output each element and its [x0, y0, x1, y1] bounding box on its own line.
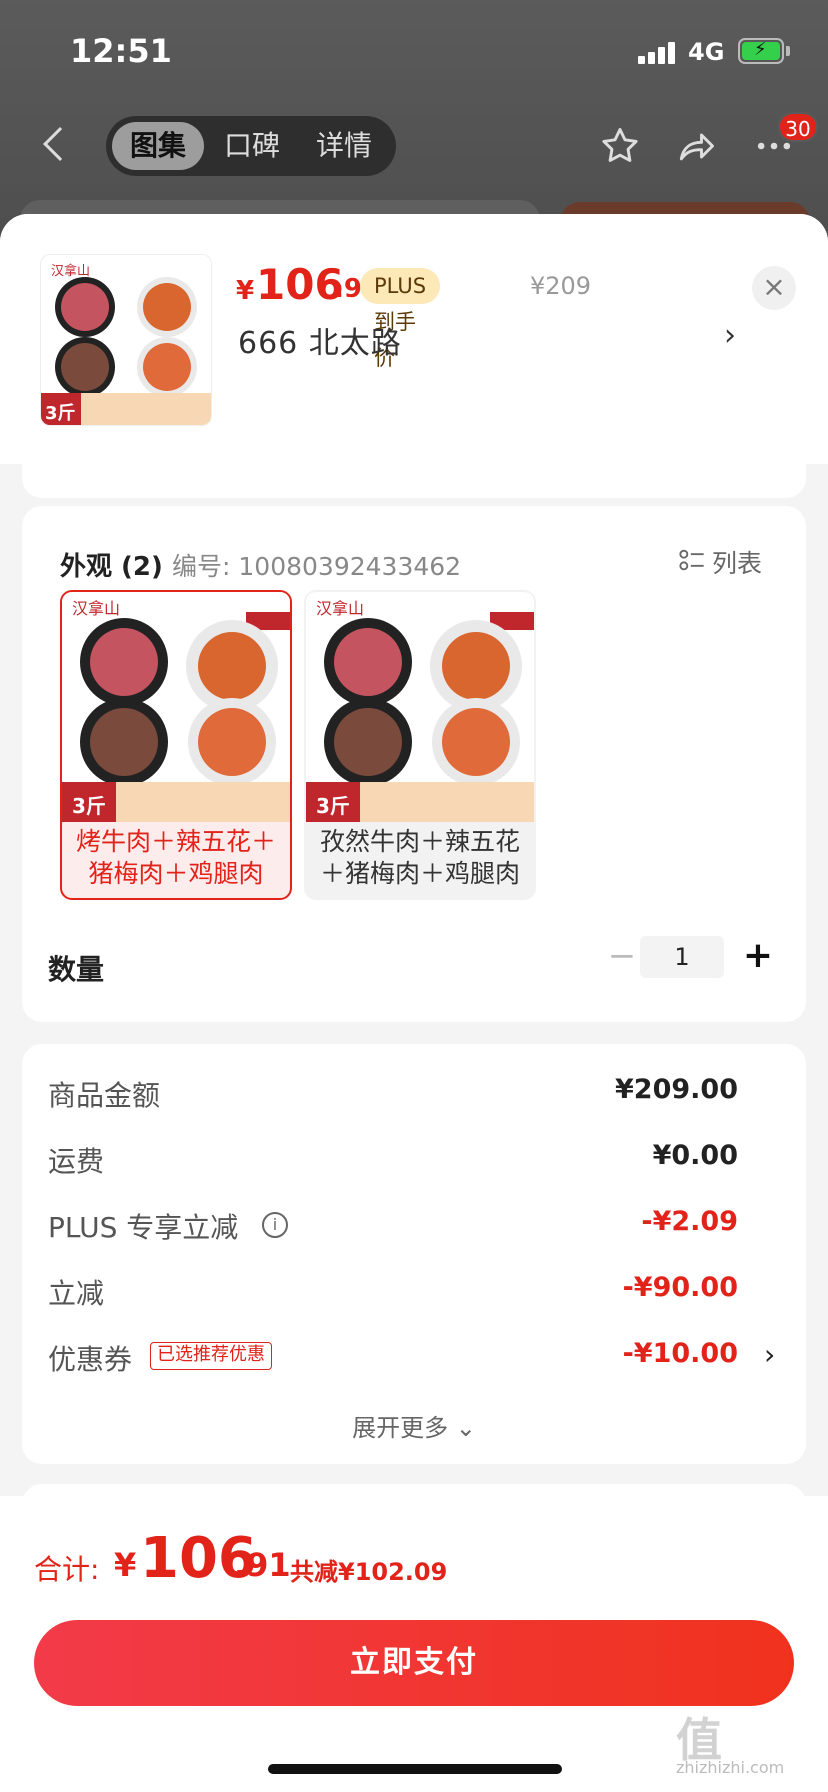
original-price: ¥209 — [530, 272, 592, 300]
cost-breakdown: 商品金额 ¥209.00 运费 ¥0.00 PLUS 专享立减 i -¥2.09… — [22, 1044, 806, 1464]
thumbnail-weight: 3斤 — [45, 403, 76, 424]
tab-gallery[interactable]: 图集 — [112, 122, 204, 170]
star-icon[interactable] — [598, 124, 642, 168]
cost-label: 运费 — [48, 1145, 105, 1178]
product-thumbnail: 汉拿山 3斤 — [40, 254, 212, 426]
expand-more-button[interactable]: 展开更多 ⌄ — [22, 1408, 806, 1443]
spec-code-label: 编号: — [172, 552, 231, 581]
close-button[interactable]: × — [752, 266, 796, 310]
spec-code-value: 10080392433462 — [238, 552, 462, 581]
checkout-bar: 合计: ¥ 106 .91 共减¥102.09 立即支付 值 zhizhizhi… — [0, 1496, 828, 1792]
quantity-input[interactable]: 1 — [640, 936, 724, 978]
cost-label: 立减 — [48, 1277, 105, 1310]
tab-details[interactable]: 详情 — [298, 122, 390, 170]
cost-value: ¥0.00 — [652, 1140, 738, 1171]
price-integer: 106 — [256, 260, 344, 309]
cost-label: 商品金额 — [48, 1079, 161, 1112]
cost-row-coupon[interactable]: 优惠券 已选推荐优惠 -¥10.00 › — [22, 1334, 806, 1378]
plus-price-tag: PLUS到手价 — [360, 268, 441, 370]
option-weight: 3斤 — [72, 794, 106, 818]
segmented-tabs: 图集 口碑 详情 — [106, 116, 396, 176]
spec-option[interactable]: 汉拿山 3斤 烤牛肉＋辣五花＋猪梅肉＋鸡腿肉 — [60, 590, 292, 900]
list-view-icon[interactable] — [678, 546, 706, 574]
total-currency: ¥ — [114, 1546, 137, 1584]
coupon-tag: 已选推荐优惠 — [150, 1342, 272, 1370]
cost-value: ¥209.00 — [615, 1074, 738, 1105]
pay-now-button[interactable]: 立即支付 — [34, 1620, 794, 1706]
option-label: 孜然牛肉＋辣五花＋猪梅肉＋鸡腿肉 — [319, 827, 520, 888]
back-icon[interactable] — [38, 124, 77, 166]
total-label: 合计: — [34, 1553, 100, 1586]
total-saved: 共减¥102.09 — [290, 1558, 448, 1586]
delivery-address[interactable]: 666 北太路 — [238, 318, 402, 362]
spec-card: 外观 (2) 编号: 10080392433462 列表 汉拿山 3斤 烤牛肉＋… — [22, 506, 806, 1022]
option-image: 汉拿山 3斤 — [62, 592, 290, 822]
chevron-right-icon[interactable]: › — [724, 318, 736, 353]
quantity-increase-button[interactable]: + — [738, 936, 778, 976]
cost-row-shipping: 运费 ¥0.00 — [22, 1136, 806, 1180]
quantity-decrease-button[interactable]: − — [602, 936, 642, 976]
list-view-label[interactable]: 列表 — [712, 544, 762, 580]
svg-text:汉拿山: 汉拿山 — [316, 599, 364, 618]
spec-code: 编号: 10080392433462 — [172, 547, 461, 583]
cost-label: PLUS 专享立减 — [48, 1211, 239, 1244]
tab-reviews[interactable]: 口碑 — [206, 122, 298, 170]
top-nav: 图集 口碑 详情 30 — [0, 110, 828, 180]
option-label: 烤牛肉＋辣五花＋猪梅肉＋鸡腿肉 — [75, 827, 276, 888]
cost-row-plus-discount: PLUS 专享立减 i -¥2.09 — [22, 1202, 806, 1246]
cost-row-subtotal: 商品金额 ¥209.00 — [22, 1070, 806, 1114]
signal-icon — [638, 42, 678, 64]
cost-value: -¥90.00 — [622, 1272, 738, 1303]
option-weight: 3斤 — [316, 794, 350, 818]
product-header: 汉拿山 3斤 ¥ 106 .91 PLUS到手价 ¥209 × 666 北太路 … — [0, 214, 828, 464]
status-bar: 12:51 4G ⚡ — [0, 0, 828, 100]
cost-value: -¥10.00 — [622, 1338, 738, 1369]
total-decimal: .91 — [234, 1546, 291, 1584]
quantity-label: 数量 — [48, 953, 105, 986]
watermark-url: zhizhizhi.com — [676, 1758, 785, 1777]
spec-title: 外观 (2) — [60, 552, 163, 582]
total-row: 合计: ¥ 106 .91 共减¥102.09 — [34, 1526, 814, 1596]
svg-text:汉拿山: 汉拿山 — [72, 599, 120, 618]
svg-text:汉拿山: 汉拿山 — [51, 263, 90, 278]
home-indicator — [268, 1764, 562, 1774]
price-currency: ¥ — [236, 276, 255, 306]
battery-icon: ⚡ — [738, 38, 784, 64]
info-icon[interactable]: i — [262, 1212, 288, 1238]
cost-row-instant-discount: 立减 -¥90.00 — [22, 1268, 806, 1312]
cost-label: 优惠券 — [48, 1343, 133, 1376]
share-icon[interactable] — [674, 124, 718, 168]
battery-cap — [786, 46, 790, 56]
network-label: 4G — [688, 38, 725, 66]
spec-option[interactable]: 汉拿山 3斤 孜然牛肉＋辣五花＋猪梅肉＋鸡腿肉 — [304, 590, 536, 900]
message-badge: 30 — [778, 112, 818, 142]
separator-card — [22, 458, 806, 498]
option-image: 汉拿山 3斤 — [306, 592, 534, 822]
status-time: 12:51 — [70, 32, 172, 70]
chevron-right-icon[interactable]: › — [764, 1338, 775, 1371]
cost-value: -¥2.09 — [641, 1206, 738, 1237]
